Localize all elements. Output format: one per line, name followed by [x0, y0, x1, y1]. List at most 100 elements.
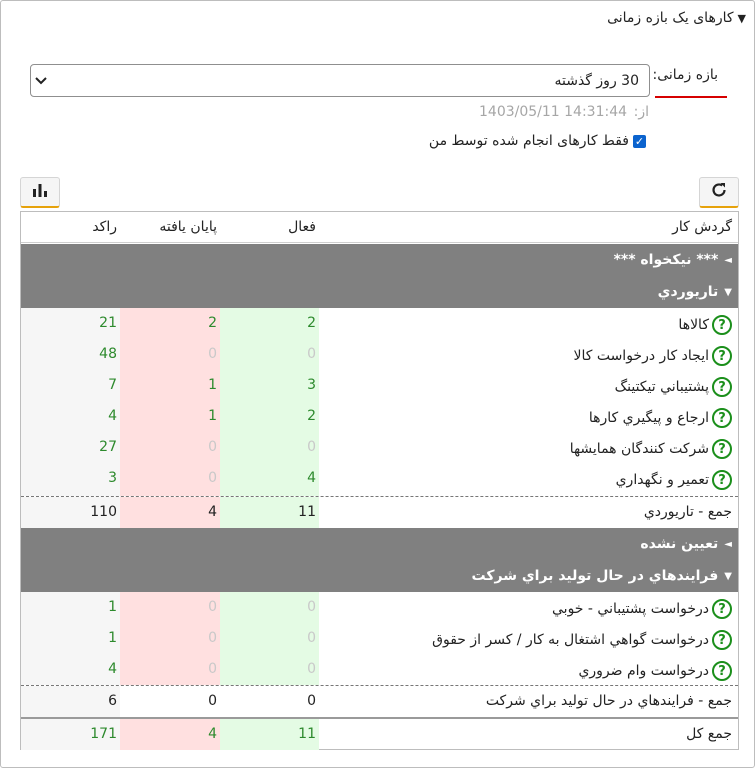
row-name-text: تعمیر و نگهداري [615, 472, 709, 488]
ended-count[interactable]: 1 [127, 408, 217, 424]
active-count: 0 [307, 439, 316, 455]
stagnant-count[interactable]: 4 [27, 661, 117, 677]
help-icon[interactable]: ? [712, 346, 732, 366]
period-select-value: 30 روز گذشته [554, 72, 640, 89]
help-icon[interactable]: ? [712, 377, 732, 397]
table-row[interactable]: ? ارجاع و پیگیري کارها 2 1 4 [21, 401, 738, 432]
ended-count[interactable]: 2 [127, 315, 217, 331]
header-stagnant[interactable]: راکد [27, 219, 117, 235]
active-count: 0 [307, 661, 316, 677]
header-ended[interactable]: پایان یافته [127, 219, 217, 235]
from-date-value: 1403/05/11 14:31:44 [479, 104, 628, 120]
row-name: ? درخواست وام ضروري [578, 661, 732, 681]
stagnant-count[interactable]: 21 [27, 315, 117, 331]
row-name-text: ایجاد کار درخواست کالا [573, 348, 709, 364]
row-name-text: درخواست پشتیباني - خوبي [552, 601, 709, 617]
active-count: 0 [307, 346, 316, 362]
group-row-nikkhah[interactable]: ◄ *** نیکخواه *** [21, 244, 738, 276]
ended-count[interactable]: 1 [127, 377, 217, 393]
ended-count: 0 [208, 470, 217, 486]
group-row-unassigned[interactable]: ◄ تعیین نشده [21, 528, 738, 560]
ended-count: 0 [208, 630, 217, 646]
active-count[interactable]: 2 [226, 315, 316, 331]
help-icon[interactable]: ? [712, 315, 732, 335]
ended-count: 0 [208, 599, 217, 615]
grand-total-row: جمع کل 11 4 171 [21, 719, 738, 750]
table-row[interactable]: ? پشتیباني تیکتینگ 3 1 7 [21, 370, 738, 401]
only-mine-label: فقط کارهای انجام شده توسط من [428, 133, 629, 149]
widget-frame: ▼ کارهای یک بازه زمانی بازه زمانی: 30 رو… [0, 0, 755, 768]
active-count[interactable]: 2 [226, 408, 316, 424]
active-count[interactable]: 3 [226, 377, 316, 393]
refresh-button[interactable] [699, 177, 739, 208]
table-row[interactable]: ? تعمیر و نگهداري 4 0 3 [21, 463, 738, 494]
active-count: 0 [307, 599, 316, 615]
subtotal-label: جمع - فرایندهاي در حال تولید براي شرکت [485, 693, 732, 709]
row-name-text: پشتیباني تیکتینگ [614, 379, 709, 395]
chevron-down-icon [35, 74, 47, 88]
collapse-triangle-icon: ▼ [724, 286, 732, 298]
grand-total-label: جمع کل [686, 726, 732, 742]
help-icon[interactable]: ? [712, 599, 732, 619]
grand-total-active[interactable]: 11 [226, 726, 316, 742]
ended-count: 0 [208, 346, 217, 362]
help-icon[interactable]: ? [712, 470, 732, 490]
row-name-text: درخواست گواهي اشتغال به کار / کسر از حقو… [432, 632, 709, 648]
subtotal-stagnant: 6 [108, 693, 117, 709]
grand-total-ended[interactable]: 4 [127, 726, 217, 742]
collapse-triangle-icon: ▼ [737, 11, 746, 25]
row-name: ? کالاها [678, 315, 732, 335]
header-active[interactable]: فعال [226, 219, 316, 235]
widget-title-toggle[interactable]: ▼ کارهای یک بازه زمانی [607, 10, 746, 26]
table-row[interactable]: ? درخواست وام ضروري 0 0 4 [21, 654, 738, 685]
header-workflow[interactable]: گردش کار [672, 219, 732, 235]
active-count: 0 [307, 630, 316, 646]
chart-button[interactable] [20, 177, 60, 208]
only-mine-option[interactable]: ✓ فقط کارهای انجام شده توسط من [429, 133, 646, 149]
refresh-icon [710, 181, 728, 203]
group-row-tariverdi[interactable]: ▼ تاریوردي [21, 276, 738, 308]
subtotal-ended: 0 [208, 693, 217, 709]
row-name: ? ایجاد کار درخواست کالا [573, 346, 732, 366]
row-name: ? شرکت کنندگان همایشها [570, 439, 732, 459]
row-name: ? درخواست پشتیباني - خوبي [552, 599, 732, 619]
subtotal-row: جمع - تاریوردي 11 4 110 [21, 497, 738, 528]
ended-count: 0 [208, 661, 217, 677]
row-name: ? درخواست گواهي اشتغال به کار / کسر از حق… [432, 630, 732, 650]
table-header: گردش کار فعال پایان یافته راکد [21, 212, 738, 243]
subtotal-label: جمع - تاریوردي [643, 504, 732, 520]
period-select[interactable]: 30 روز گذشته [30, 64, 650, 97]
stagnant-count[interactable]: 7 [27, 377, 117, 393]
help-icon[interactable]: ? [712, 408, 732, 428]
table-row[interactable]: ? درخواست گواهي اشتغال به کار / کسر از حق… [21, 623, 738, 654]
grand-total-stagnant[interactable]: 171 [27, 726, 117, 742]
bar-chart-icon [31, 182, 49, 202]
table-row[interactable]: ? درخواست پشتیباني - خوبي 0 0 1 [21, 592, 738, 623]
stagnant-count[interactable]: 1 [27, 630, 117, 646]
row-name: ? تعمیر و نگهداري [616, 470, 732, 490]
row-name-text: ارجاع و پیگیري کارها [588, 410, 709, 426]
expand-triangle-icon: ◄ [724, 538, 732, 550]
subtotal-stagnant: 110 [90, 504, 117, 520]
row-name: ? پشتیباني تیکتینگ [615, 377, 732, 397]
help-icon[interactable]: ? [712, 439, 732, 459]
table-row[interactable]: ? شرکت کنندگان همایشها 0 0 27 [21, 432, 738, 463]
row-name-text: شرکت کنندگان همایشها [569, 441, 709, 457]
ended-count: 0 [208, 439, 217, 455]
stagnant-count[interactable]: 48 [27, 346, 117, 362]
active-count[interactable]: 4 [226, 470, 316, 486]
help-icon[interactable]: ? [712, 661, 732, 681]
help-icon[interactable]: ? [712, 630, 732, 650]
stagnant-count[interactable]: 4 [27, 408, 117, 424]
workflow-table: گردش کار فعال پایان یافته راکد ◄ *** نیک… [20, 211, 739, 750]
table-row[interactable]: ? کالاها 2 2 21 [21, 308, 738, 339]
expand-triangle-icon: ◄ [724, 254, 732, 266]
group-label: *** نیکخواه *** [613, 252, 719, 268]
stagnant-count[interactable]: 27 [27, 439, 117, 455]
subtotal-active: 0 [307, 693, 316, 709]
only-mine-checkbox[interactable]: ✓ [633, 134, 646, 148]
table-row[interactable]: ? ایجاد کار درخواست کالا 0 0 48 [21, 339, 738, 370]
stagnant-count[interactable]: 1 [27, 599, 117, 615]
stagnant-count[interactable]: 3 [27, 470, 117, 486]
group-row-processes[interactable]: ▼ فرایندهاي در حال تولید براي شرکت [21, 560, 738, 592]
